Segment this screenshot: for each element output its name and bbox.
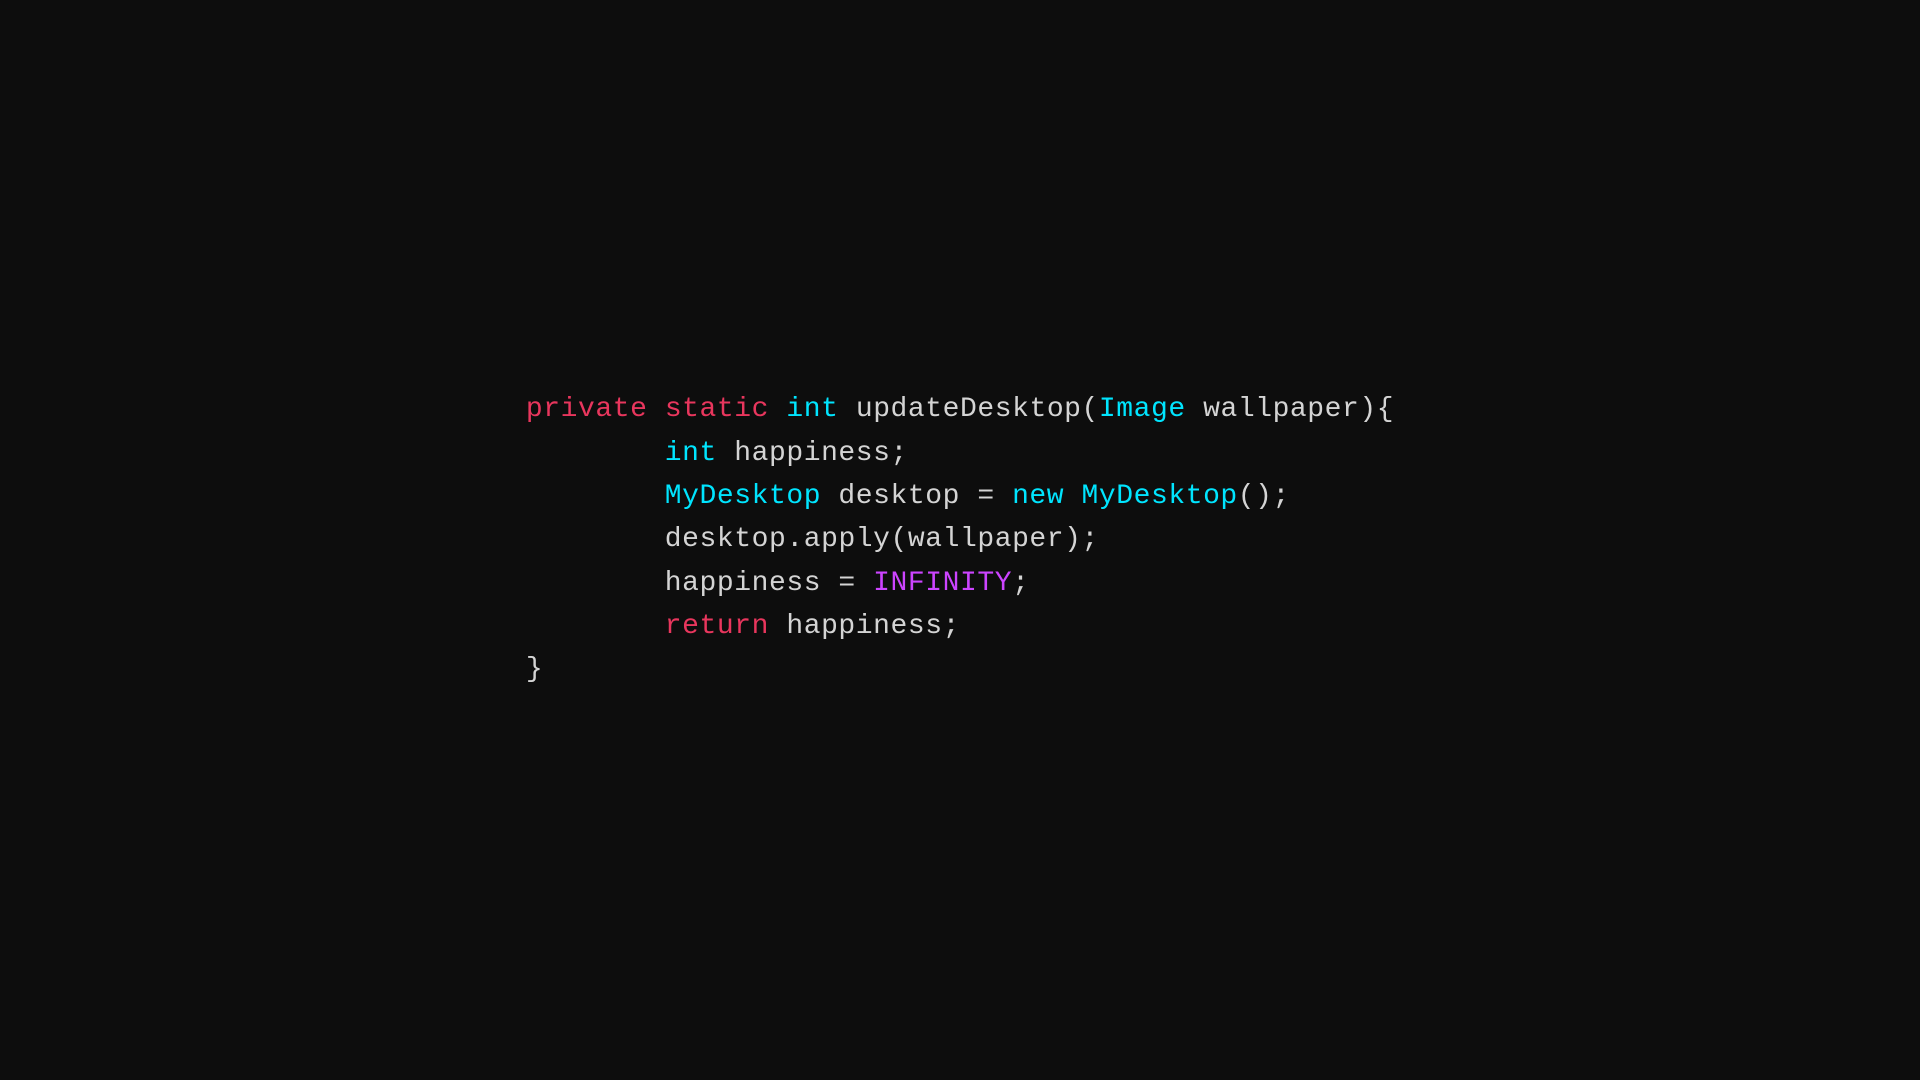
code-token: updateDesktop( (838, 394, 1098, 425)
code-line-line4: desktop.apply(wallpaper); (526, 518, 1394, 561)
code-line-line7: } (526, 648, 1394, 691)
code-token (769, 394, 786, 425)
code-token (526, 438, 665, 469)
code-token: private (526, 394, 648, 425)
code-token: return (665, 611, 769, 642)
code-token: . (786, 524, 803, 555)
code-token: int (665, 438, 717, 469)
code-token (647, 394, 664, 425)
code-token (526, 611, 665, 642)
code-token: MyDesktop (665, 481, 821, 512)
code-token: } (526, 654, 543, 685)
code-token: wallpaper){ (1186, 394, 1394, 425)
code-block: private static int updateDesktop(Image w… (526, 388, 1394, 692)
code-line-line1: private static int updateDesktop(Image w… (526, 388, 1394, 431)
code-token: (); (1238, 481, 1290, 512)
code-token: happiness; (769, 611, 960, 642)
code-token: static (665, 394, 769, 425)
code-line-line2: int happiness; (526, 432, 1394, 475)
code-line-line6: return happiness; (526, 605, 1394, 648)
code-token: apply(wallpaper); (804, 524, 1099, 555)
code-line-line3: MyDesktop desktop = new MyDesktop(); (526, 475, 1394, 518)
code-token: int (786, 394, 838, 425)
code-token (526, 481, 665, 512)
code-line-line5: happiness = INFINITY; (526, 562, 1394, 605)
code-token: desktop = (821, 481, 1012, 512)
code-token (1064, 481, 1081, 512)
code-token: INFINITY (873, 568, 1012, 599)
code-token: happiness; (717, 438, 908, 469)
code-token: MyDesktop (1082, 481, 1238, 512)
code-token: desktop (526, 524, 786, 555)
code-token: Image (1099, 394, 1186, 425)
code-token: new (1012, 481, 1064, 512)
code-token: ; (1012, 568, 1029, 599)
code-token: happiness = (526, 568, 873, 599)
